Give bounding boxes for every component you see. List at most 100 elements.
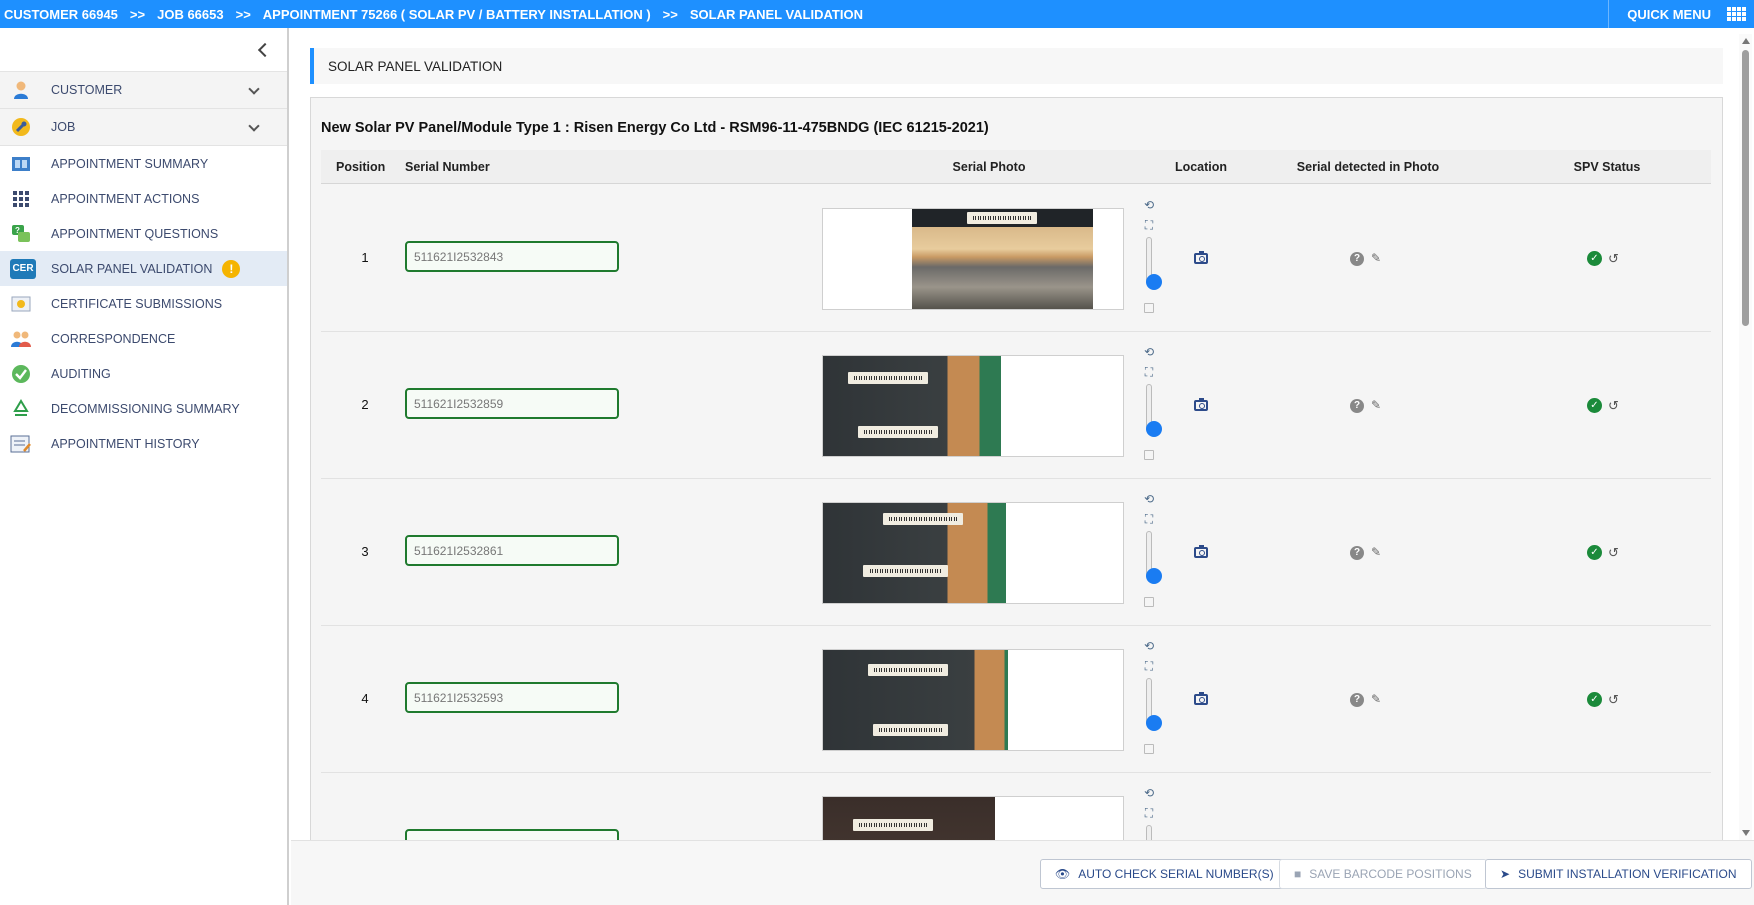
- photo-image: [823, 650, 1008, 750]
- sidebar-item-label: APPOINTMENT ACTIONS: [51, 191, 200, 206]
- camera-icon[interactable]: [1194, 545, 1208, 558]
- zoom-slider-handle[interactable]: [1146, 421, 1162, 437]
- check-circle-icon: ✓: [1587, 398, 1602, 413]
- question-icon[interactable]: ?: [1350, 252, 1364, 266]
- submit-installation-verification-button[interactable]: ➤ SUBMIT INSTALLATION VERIFICATION: [1485, 859, 1752, 889]
- svg-text:?: ?: [15, 226, 20, 235]
- camera-icon[interactable]: [1194, 251, 1208, 264]
- rotate-icon[interactable]: ⟲: [1142, 346, 1156, 358]
- zoom-slider-handle[interactable]: [1146, 715, 1162, 731]
- serial-photo[interactable]: [822, 355, 1124, 457]
- serial-number-input[interactable]: [405, 682, 619, 713]
- vertical-scrollbar[interactable]: [1739, 34, 1752, 840]
- zoom-slider[interactable]: [1146, 678, 1162, 731]
- undo-icon[interactable]: ↺: [1608, 693, 1622, 707]
- table-row: ⟲ ⛶: [321, 773, 1711, 840]
- serial-number-input[interactable]: [405, 241, 619, 272]
- rotate-icon[interactable]: ⟲: [1142, 199, 1156, 211]
- certificate-icon: [10, 294, 32, 314]
- rotate-icon[interactable]: ⟲: [1142, 787, 1156, 799]
- top-bar: CUSTOMER 66945 >> JOB 66653 >> APPOINTME…: [0, 0, 1754, 28]
- questions-icon: ?: [10, 224, 32, 244]
- save-barcode-label: SAVE BARCODE POSITIONS: [1309, 867, 1472, 881]
- sidebar-item-label: APPOINTMENT SUMMARY: [51, 156, 209, 171]
- submit-label: SUBMIT INSTALLATION VERIFICATION: [1518, 867, 1737, 881]
- edit-icon[interactable]: ✎: [1371, 693, 1384, 706]
- sidebar-item-label: CUSTOMER: [51, 83, 123, 97]
- solar-panel-type-panel: New Solar PV Panel/Module Type 1 : Risen…: [310, 97, 1723, 840]
- serial-number-input[interactable]: [405, 535, 619, 566]
- zoom-slider[interactable]: [1146, 531, 1162, 584]
- sidebar-item-appointment-history[interactable]: APPOINTMENT HISTORY: [0, 426, 287, 461]
- sidebar-item-appointment-questions[interactable]: ? APPOINTMENT QUESTIONS: [0, 216, 287, 251]
- sidebar-item-customer[interactable]: CUSTOMER: [0, 72, 287, 109]
- wrench-icon: [10, 117, 32, 137]
- scrollbar-thumb[interactable]: [1742, 50, 1749, 326]
- camera-icon[interactable]: [1194, 398, 1208, 411]
- breadcrumb-job[interactable]: JOB 66653: [157, 7, 224, 22]
- undo-icon[interactable]: ↺: [1608, 399, 1622, 413]
- save-barcode-positions-button[interactable]: ■ SAVE BARCODE POSITIONS: [1279, 859, 1487, 889]
- table-row: 2 ⟲ ⛶ ? ✎ ✓ ↺: [321, 332, 1711, 479]
- breadcrumb-appointment[interactable]: APPOINTMENT 75266 ( SOLAR PV / BATTERY I…: [263, 7, 651, 22]
- serial-photo[interactable]: [822, 796, 1124, 840]
- eye-icon: 👁: [1055, 867, 1071, 881]
- edit-icon[interactable]: ✎: [1371, 399, 1384, 412]
- breadcrumb-customer[interactable]: CUSTOMER 66945: [4, 7, 118, 22]
- column-header-spv-status: SPV Status: [1573, 160, 1641, 174]
- save-icon[interactable]: [1144, 744, 1154, 754]
- save-icon[interactable]: [1144, 450, 1154, 460]
- edit-icon[interactable]: ✎: [1371, 252, 1384, 265]
- quick-menu-button[interactable]: QUICK MENU: [1608, 0, 1754, 28]
- question-icon[interactable]: ?: [1350, 693, 1364, 707]
- zoom-slider-handle[interactable]: [1146, 568, 1162, 584]
- serial-number-input[interactable]: [405, 829, 619, 840]
- sidebar-collapse-button[interactable]: [0, 28, 287, 72]
- serial-photo[interactable]: [822, 649, 1124, 751]
- camera-icon[interactable]: [1194, 692, 1208, 705]
- fullscreen-icon[interactable]: ⛶: [1142, 219, 1156, 231]
- edit-icon[interactable]: ✎: [1371, 546, 1384, 559]
- sidebar-item-appointment-summary[interactable]: APPOINTMENT SUMMARY: [0, 146, 287, 181]
- question-icon[interactable]: ?: [1350, 399, 1364, 413]
- rotate-icon[interactable]: ⟲: [1142, 493, 1156, 505]
- fullscreen-icon[interactable]: ⛶: [1142, 807, 1156, 819]
- serial-photo[interactable]: [822, 502, 1124, 604]
- serial-photo[interactable]: [822, 208, 1124, 310]
- warning-badge: !: [222, 259, 241, 278]
- scroll-down-arrow[interactable]: [1742, 830, 1750, 836]
- breadcrumb-separator: >>: [662, 6, 678, 22]
- zoom-slider[interactable]: [1146, 384, 1162, 437]
- scroll-up-arrow[interactable]: [1742, 38, 1750, 44]
- barcode-label: [883, 513, 963, 525]
- barcode-label: [873, 724, 948, 736]
- auto-check-serial-button[interactable]: 👁 AUTO CHECK SERIAL NUMBER(S): [1040, 859, 1289, 889]
- sidebar-item-correspondence[interactable]: CORRESPONDENCE: [0, 321, 287, 356]
- zoom-slider[interactable]: [1146, 825, 1152, 840]
- zoom-slider-handle[interactable]: [1146, 274, 1162, 290]
- serial-number-input[interactable]: [405, 388, 619, 419]
- sidebar-item-solar-panel-validation[interactable]: CER SOLAR PANEL VALIDATION !: [0, 251, 287, 286]
- rotate-icon[interactable]: ⟲: [1142, 640, 1156, 652]
- question-icon[interactable]: ?: [1350, 546, 1364, 560]
- panel-type-title: New Solar PV Panel/Module Type 1 : Risen…: [321, 120, 989, 136]
- apps-grid-icon: [1727, 7, 1746, 21]
- fullscreen-icon[interactable]: ⛶: [1142, 513, 1156, 525]
- breadcrumb-separator: >>: [129, 6, 146, 22]
- sidebar-item-decommissioning-summary[interactable]: DECOMMISSIONING SUMMARY: [0, 391, 287, 426]
- zoom-slider[interactable]: [1146, 237, 1162, 290]
- save-icon[interactable]: [1144, 303, 1154, 313]
- breadcrumb-current-page: SOLAR PANEL VALIDATION: [689, 6, 863, 22]
- sidebar-item-auditing[interactable]: AUDITING: [0, 356, 287, 391]
- sidebar-item-certificate-submissions[interactable]: CERTIFICATE SUBMISSIONS: [0, 286, 287, 321]
- undo-icon[interactable]: ↺: [1608, 546, 1622, 560]
- main-content: SOLAR PANEL VALIDATION New Solar PV Pane…: [291, 28, 1743, 840]
- sidebar-item-appointment-actions[interactable]: APPOINTMENT ACTIONS: [0, 181, 287, 216]
- undo-icon[interactable]: ↺: [1608, 252, 1622, 266]
- sidebar-item-job[interactable]: JOB: [0, 109, 287, 146]
- fullscreen-icon[interactable]: ⛶: [1142, 366, 1156, 378]
- sidebar-item-label: APPOINTMENT HISTORY: [51, 436, 200, 451]
- fullscreen-icon[interactable]: ⛶: [1142, 660, 1156, 672]
- save-icon[interactable]: [1144, 597, 1154, 607]
- chevron-left-icon: [257, 42, 273, 58]
